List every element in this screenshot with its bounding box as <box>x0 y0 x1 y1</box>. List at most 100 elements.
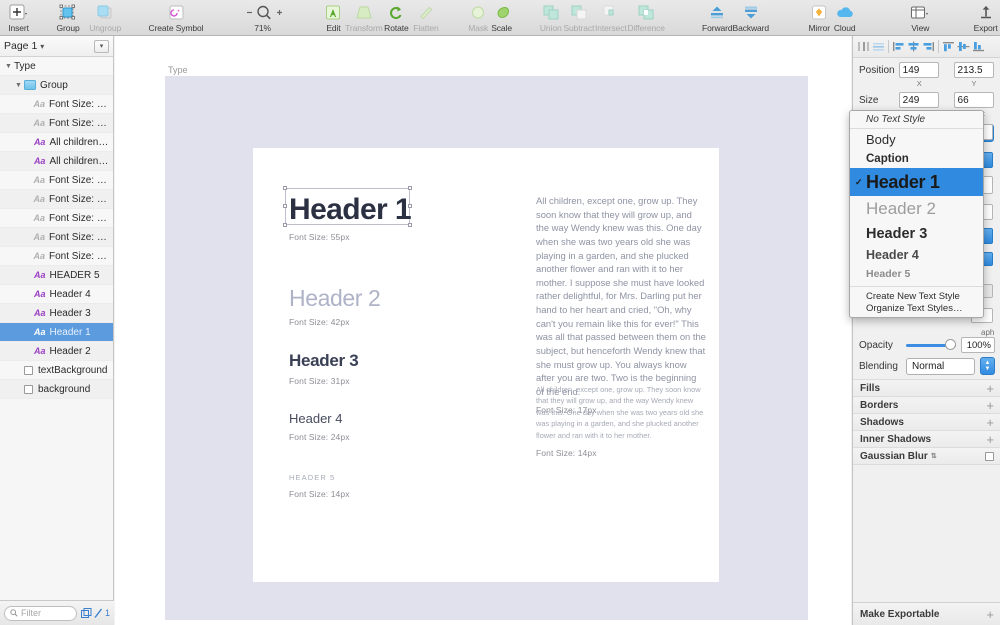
layer-row[interactable]: AaHeader 1 <box>0 323 113 342</box>
layer-row[interactable]: textBackground <box>0 361 113 380</box>
toolbar-view[interactable]: View <box>907 0 935 35</box>
text-style-option[interactable]: Caption <box>850 149 983 168</box>
toolbar-rotate[interactable]: Rotate <box>383 0 411 35</box>
resize-handle-tr[interactable] <box>408 186 412 190</box>
width-input[interactable]: 249 <box>899 92 939 108</box>
disclosure-triangle-icon[interactable]: ▼ <box>3 63 14 70</box>
header-2-sample[interactable]: Header 2 Font Size: 42px <box>289 287 380 327</box>
text-style-option[interactable]: Header 3 <box>850 222 983 245</box>
opacity-slider-knob[interactable] <box>945 339 956 350</box>
text-style-option[interactable]: Header 4 <box>850 245 983 265</box>
height-input[interactable]: 66 <box>954 92 994 108</box>
design-canvas[interactable]: Type Header 1 Font Size: 55px Header 2 <box>115 36 851 625</box>
toolbar-export[interactable]: Export <box>971 0 1000 35</box>
header-5-sample[interactable]: HEADER 5 Font Size: 14px <box>289 474 350 499</box>
header-5-text[interactable]: HEADER 5 <box>289 474 350 482</box>
dropdown-items[interactable]: BodyCaption✓Header 1Header 2Header 3Head… <box>850 129 983 283</box>
align-middle-icon[interactable] <box>956 39 971 54</box>
inspector-section-header[interactable]: Fills+ <box>853 379 1000 397</box>
toolbar-group[interactable]: Group <box>50 0 87 35</box>
inspector-section-header[interactable]: Gaussian Blur⇅ <box>853 447 1000 465</box>
align-top-icon[interactable] <box>941 39 956 54</box>
toolbar-insert[interactable]: Insert <box>0 0 37 35</box>
plus-icon[interactable]: + <box>986 432 994 447</box>
layer-row[interactable]: ▼Type <box>0 57 113 76</box>
text-style-option[interactable]: ✓Header 1 <box>850 168 983 196</box>
layer-row[interactable]: AaFont Size: 4… <box>0 228 113 247</box>
body-small-sample[interactable]: All children, except one, grow up. They … <box>536 384 706 458</box>
distribute-vertical-icon[interactable] <box>871 39 886 54</box>
toolbar-mirror[interactable]: Mirror <box>806 0 832 35</box>
organize-text-styles-item[interactable]: Organize Text Styles… <box>850 302 983 314</box>
layer-list[interactable]: ▼Type▼GroupAaFont Size: 1…AaFont Size: 1… <box>0 57 113 621</box>
resize-handle-bl[interactable] <box>283 223 287 227</box>
toolbar-cloud[interactable]: Cloud <box>832 0 857 35</box>
artboard-name-label[interactable]: Type <box>168 65 188 75</box>
header-1-text[interactable]: Header 1 <box>289 195 411 225</box>
resize-handle-tl[interactable] <box>283 186 287 190</box>
blending-stepper[interactable]: ▲▼ <box>980 357 995 375</box>
header-2-text[interactable]: Header 2 <box>289 287 380 310</box>
layer-row[interactable]: AaFont Size: 1… <box>0 190 113 209</box>
align-bottom-icon[interactable] <box>971 39 986 54</box>
layer-row[interactable]: AaAll children,… <box>0 133 113 152</box>
filter-input[interactable]: Filter <box>4 606 77 621</box>
toolbar-forward[interactable]: Forward <box>702 0 732 35</box>
toolbar-backward[interactable]: Backward <box>733 0 770 35</box>
toolbar-zoom[interactable]: 71% <box>241 0 285 35</box>
layer-row[interactable]: AaFont Size: 1… <box>0 95 113 114</box>
header-4-sample[interactable]: Header 4 Font Size: 24px <box>289 412 350 442</box>
artboard[interactable]: Header 1 Font Size: 55px Header 2 Font S… <box>165 76 808 620</box>
align-right-icon[interactable] <box>921 39 936 54</box>
page-options-button[interactable]: ▾ <box>94 40 109 53</box>
plus-icon[interactable]: + <box>986 415 994 430</box>
chevron-updown-icon[interactable]: ⇅ <box>931 452 937 460</box>
text-style-dropdown-menu[interactable]: No Text Style BodyCaption✓Header 1Header… <box>849 110 984 318</box>
header-1-sample[interactable]: Header 1 Font Size: 55px <box>289 195 411 242</box>
make-exportable-row[interactable]: Make Exportable + <box>853 602 1000 625</box>
inspector-section-header[interactable]: Borders+ <box>853 396 1000 414</box>
create-new-text-style-item[interactable]: Create New Text Style <box>850 290 983 302</box>
layer-row[interactable]: AaAll children,… <box>0 152 113 171</box>
header-4-text[interactable]: Header 4 <box>289 412 350 425</box>
blending-select[interactable]: Normal <box>906 358 975 375</box>
disclosure-triangle-icon[interactable]: ▼ <box>13 82 24 89</box>
align-left-icon[interactable] <box>891 39 906 54</box>
dropdown-header[interactable]: No Text Style <box>850 111 983 129</box>
layer-row[interactable]: AaFont Size: 2… <box>0 171 113 190</box>
inspector-section-header[interactable]: Shadows+ <box>853 413 1000 431</box>
layer-row[interactable]: AaFont Size: 1… <box>0 114 113 133</box>
header-3-text[interactable]: Header 3 <box>289 352 358 369</box>
plus-icon[interactable]: + <box>986 607 994 622</box>
resize-handle-l[interactable] <box>283 204 287 208</box>
plus-icon[interactable]: + <box>986 381 994 396</box>
body-large-sample[interactable]: All children, except one, grow up. They … <box>536 194 706 415</box>
position-y-input[interactable]: 213.5 <box>954 62 994 78</box>
align-center-horizontal-icon[interactable] <box>906 39 921 54</box>
body-large-text[interactable]: All children, except one, grow up. They … <box>536 194 706 398</box>
page-selector[interactable]: Page 1 ▾ ▾ <box>0 36 113 57</box>
distribute-horizontal-icon[interactable] <box>856 39 871 54</box>
enable-checkbox[interactable] <box>985 452 994 461</box>
layer-row[interactable]: AaHeader 3 <box>0 304 113 323</box>
selection-count[interactable]: 1 <box>81 608 110 619</box>
toolbar-create-symbol[interactable]: Create Symbol <box>149 0 204 35</box>
toolbar-edit[interactable]: Edit <box>322 0 345 35</box>
text-style-option[interactable]: Body <box>850 129 983 149</box>
layer-row[interactable]: AaHEADER 5 <box>0 266 113 285</box>
layer-row[interactable]: ▼Group <box>0 76 113 95</box>
toolbar-scale[interactable]: Scale <box>490 0 513 35</box>
layer-row[interactable]: background <box>0 380 113 399</box>
header-3-sample[interactable]: Header 3 Font Size: 31px <box>289 352 358 386</box>
layer-row[interactable]: AaHeader 2 <box>0 342 113 361</box>
text-style-option[interactable]: Header 5 <box>850 265 983 283</box>
opacity-value-input[interactable]: 100% <box>961 337 995 353</box>
layer-row[interactable]: AaFont Size: 3… <box>0 209 113 228</box>
plus-icon[interactable]: + <box>986 398 994 413</box>
opacity-slider[interactable] <box>906 339 956 351</box>
inspector-section-header[interactable]: Inner Shadows+ <box>853 430 1000 448</box>
body-small-text[interactable]: All children, except one, grow up. They … <box>536 384 706 441</box>
layer-row[interactable]: AaFont Size: 5… <box>0 247 113 266</box>
text-style-option[interactable]: Header 2 <box>850 196 983 222</box>
position-x-input[interactable]: 149 <box>899 62 939 78</box>
